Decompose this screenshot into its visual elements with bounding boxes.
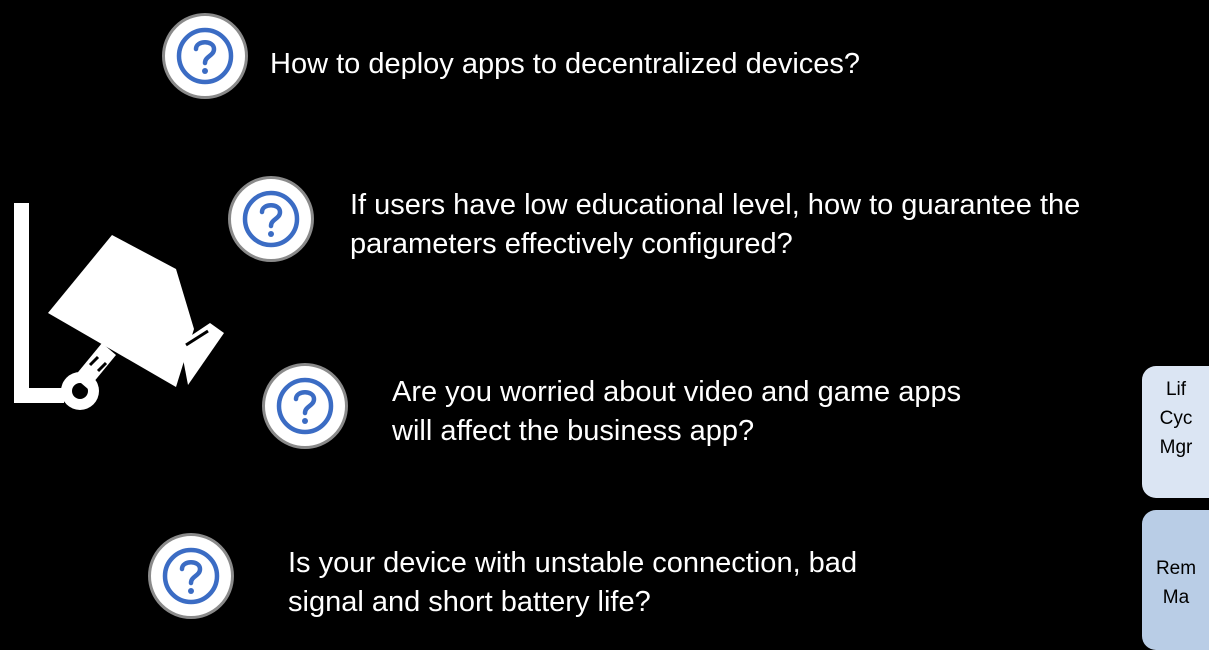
question-text-4: Is your device with unstable connection,… <box>288 544 857 622</box>
security-camera-icon <box>14 203 224 410</box>
question-badge-4 <box>148 533 234 619</box>
question-text-2: If users have low educational level, how… <box>350 186 1080 264</box>
question-2-line-1: If users have low educational level, how… <box>350 189 1081 221</box>
lifecycle-card-line-1: Lif <box>1165 379 1187 400</box>
question-text-1: How to deploy apps to decentralized devi… <box>270 45 860 84</box>
remote-card-line-1: Rem <box>1155 558 1197 579</box>
question-circle-icon <box>242 190 300 248</box>
question-circle-icon <box>276 377 334 435</box>
question-4-line-1: Is your device with unstable connection,… <box>288 547 858 579</box>
question-badge-1 <box>162 13 248 99</box>
remote-management-card: Rem Ma <box>1142 510 1209 650</box>
lifecycle-mgr-card: Lif Cyc Mgr <box>1142 366 1209 498</box>
question-3-line-2: will affect the business app? <box>392 415 755 447</box>
question-circle-icon <box>176 27 234 85</box>
question-1-line-1: How to deploy apps to decentralized devi… <box>270 48 861 80</box>
question-circle-icon <box>162 547 220 605</box>
question-badge-3 <box>262 363 348 449</box>
lifecycle-card-line-3: Mgr <box>1159 437 1193 458</box>
lifecycle-card-line-2: Cyc <box>1159 408 1193 429</box>
question-3-line-1: Are you worried about video and game app… <box>392 376 962 408</box>
question-2-line-2: parameters effectively configured? <box>350 228 793 260</box>
question-4-line-2: signal and short battery life? <box>288 586 651 618</box>
remote-card-line-2: Ma <box>1162 587 1190 608</box>
question-badge-2 <box>228 176 314 262</box>
question-text-3: Are you worried about video and game app… <box>392 373 961 451</box>
